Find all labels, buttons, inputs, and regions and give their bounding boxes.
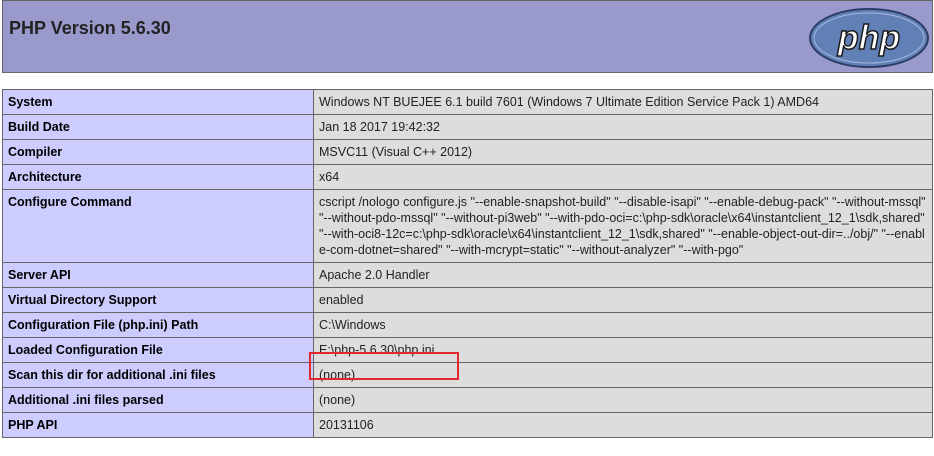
row-key: System [2, 89, 314, 115]
row-key: Configure Command [2, 189, 314, 263]
table-row: Configuration File (php.ini) Path C:\Win… [2, 312, 933, 338]
table-row: Build Date Jan 18 2017 19:42:32 [2, 114, 933, 140]
row-value: cscript /nologo configure.js "--enable-s… [313, 189, 933, 263]
php-info-table: System Windows NT BUEJEE 6.1 build 7601 … [2, 89, 933, 438]
row-value: C:\Windows [313, 312, 933, 338]
row-value: Jan 18 2017 19:42:32 [313, 114, 933, 140]
row-value: Windows NT BUEJEE 6.1 build 7601 (Window… [313, 89, 933, 115]
row-key: Server API [2, 262, 314, 288]
table-row: PHP API 20131106 [2, 412, 933, 438]
row-key: Configuration File (php.ini) Path [2, 312, 314, 338]
php-info-header: PHP Version 5.6.30 php [2, 0, 933, 73]
table-row: Scan this dir for additional .ini files … [2, 362, 933, 388]
row-key: Architecture [2, 164, 314, 190]
table-row: Virtual Directory Support enabled [2, 287, 933, 313]
table-row: Architecture x64 [2, 164, 933, 190]
table-row: System Windows NT BUEJEE 6.1 build 7601 … [2, 89, 933, 115]
highlight-box [309, 352, 459, 380]
table-row: Server API Apache 2.0 Handler [2, 262, 933, 288]
table-row: Loaded Configuration File E:\php-5.6.30\… [2, 337, 933, 363]
row-key: Scan this dir for additional .ini files [2, 362, 314, 388]
row-value: 20131106 [313, 412, 933, 438]
row-value: enabled [313, 287, 933, 313]
table-row: Configure Command cscript /nologo config… [2, 189, 933, 263]
php-logo-text: php [837, 19, 900, 57]
row-value: Apache 2.0 Handler [313, 262, 933, 288]
table-row: Compiler MSVC11 (Visual C++ 2012) [2, 139, 933, 165]
row-key: PHP API [2, 412, 314, 438]
row-value: x64 [313, 164, 933, 190]
table-row: Additional .ini files parsed (none) [2, 387, 933, 413]
php-logo-icon: php [809, 8, 929, 68]
page-title: PHP Version 5.6.30 [9, 18, 171, 38]
row-value: (none) [313, 387, 933, 413]
row-key: Build Date [2, 114, 314, 140]
row-key: Additional .ini files parsed [2, 387, 314, 413]
row-key: Compiler [2, 139, 314, 165]
row-key: Loaded Configuration File [2, 337, 314, 363]
row-value: MSVC11 (Visual C++ 2012) [313, 139, 933, 165]
row-key: Virtual Directory Support [2, 287, 314, 313]
